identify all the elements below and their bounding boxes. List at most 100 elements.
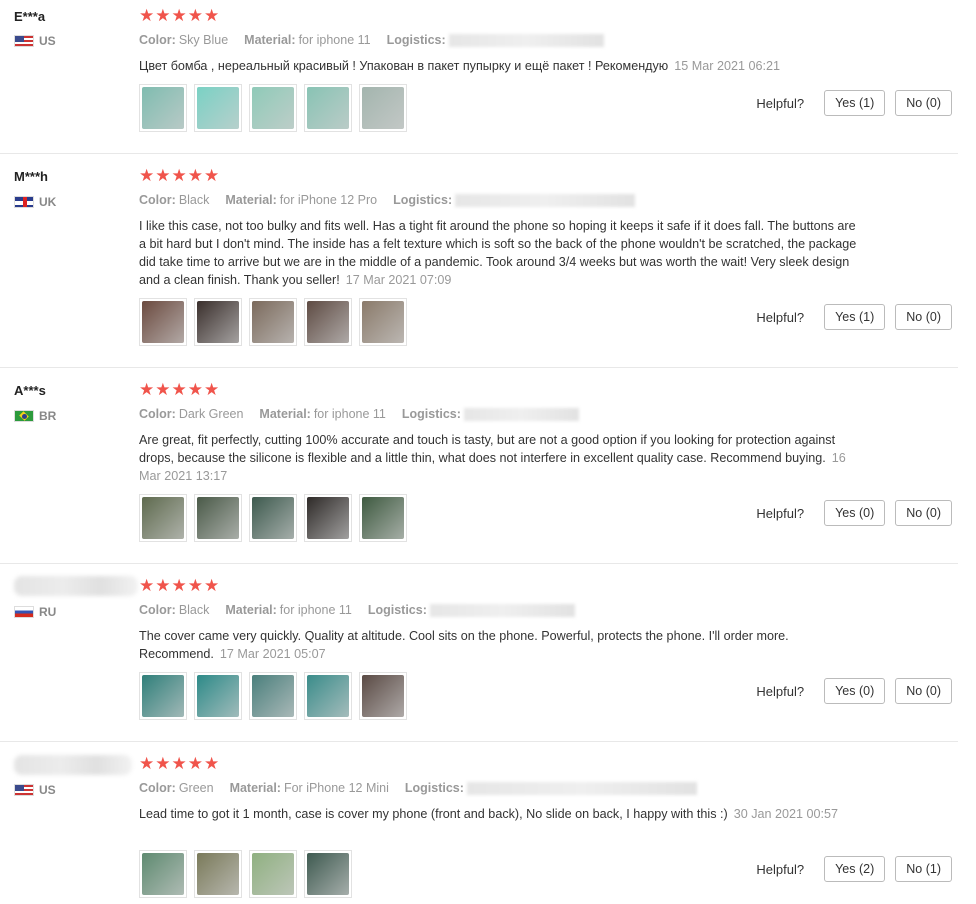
us-flag-icon (14, 784, 34, 796)
color-label: Color: (139, 603, 176, 617)
helpful-yes-button[interactable]: Yes (0) (824, 678, 886, 704)
photo-thumbnail[interactable] (304, 850, 352, 898)
color-label: Color: (139, 781, 176, 795)
photo-thumbnail[interactable] (194, 850, 242, 898)
helpful-yes-button[interactable]: Yes (2) (824, 856, 886, 882)
review-divider (0, 153, 958, 154)
star-rating: ★★★★★ (139, 380, 221, 399)
photo-thumbnail[interactable] (359, 494, 407, 542)
logistics-label: Logistics: (367, 603, 427, 617)
helpful-no-button[interactable]: No (0) (895, 500, 952, 526)
material-value: for iphone 11 (313, 407, 386, 421)
country-code: UK (39, 195, 57, 209)
photo-thumbnail[interactable] (139, 84, 187, 132)
photo-thumbnail[interactable] (304, 84, 352, 132)
product-attributes: Color: Sky Blue Material: for iphone 11 … (139, 33, 604, 47)
color-label: Color: (139, 193, 176, 207)
country-code: US (39, 783, 56, 797)
photo-thumbnail[interactable] (359, 298, 407, 346)
material-label: Material: (225, 603, 277, 617)
photo-thumbnails (139, 84, 407, 132)
photo-thumbnail[interactable] (194, 298, 242, 346)
reviewer-name: M***h (14, 169, 48, 184)
logistics-redacted (463, 407, 579, 421)
reviewer-name: A***s (14, 383, 46, 398)
helpful-vote: Helpful? Yes (0) No (0) (756, 500, 952, 526)
photo-thumbnail[interactable] (194, 672, 242, 720)
helpful-no-button[interactable]: No (0) (895, 678, 952, 704)
photo-thumbnail[interactable] (304, 494, 352, 542)
helpful-no-button[interactable]: No (0) (895, 90, 952, 116)
photo-thumbnail[interactable] (139, 494, 187, 542)
helpful-vote: Helpful? Yes (1) No (0) (756, 90, 952, 116)
helpful-yes-button[interactable]: Yes (0) (824, 500, 886, 526)
photo-thumbnail[interactable] (249, 494, 297, 542)
photo-thumbnails (139, 494, 407, 542)
helpful-vote: Helpful? Yes (1) No (0) (756, 304, 952, 330)
photo-thumbnail[interactable] (139, 298, 187, 346)
reviewer-name: E***a (14, 9, 46, 24)
review-date: 17 Mar 2021 07:09 (345, 273, 452, 287)
photo-thumbnail[interactable] (139, 672, 187, 720)
color-value: Sky Blue (178, 33, 229, 47)
color-value: Dark Green (178, 407, 244, 421)
logistics-redacted (466, 781, 697, 795)
logistics-redacted (455, 193, 636, 207)
material-value: for iPhone 12 Pro (279, 193, 378, 207)
photo-thumbnail[interactable] (139, 850, 187, 898)
star-rating: ★★★★★ (139, 576, 221, 595)
helpful-yes-button[interactable]: Yes (1) (824, 304, 886, 330)
review-text: Цвет бомба , нереальный красивый ! Упако… (139, 57, 859, 75)
photo-thumbnail[interactable] (249, 84, 297, 132)
helpful-no-button[interactable]: No (1) (895, 856, 952, 882)
photo-thumbnail[interactable] (359, 84, 407, 132)
helpful-label: Helpful? (756, 95, 805, 111)
helpful-yes-button[interactable]: Yes (1) (824, 90, 886, 116)
review-text: The cover came very quickly. Quality at … (139, 627, 859, 663)
photo-thumbnail[interactable] (249, 672, 297, 720)
helpful-no-button[interactable]: No (0) (895, 304, 952, 330)
review-date: 30 Jan 2021 00:57 (733, 807, 839, 821)
photo-thumbnail[interactable] (304, 672, 352, 720)
uk-flag-icon (14, 196, 34, 208)
review-body: Are great, fit perfectly, cutting 100% a… (139, 433, 836, 465)
review-body: Цвет бомба , нереальный красивый ! Упако… (139, 59, 669, 73)
br-flag-icon (14, 410, 34, 422)
review-date: 17 Mar 2021 05:07 (219, 647, 326, 661)
photo-thumbnail[interactable] (194, 84, 242, 132)
product-attributes: Color: Dark Green Material: for iphone 1… (139, 407, 579, 421)
review-text: Are great, fit perfectly, cutting 100% a… (139, 431, 859, 485)
logistics-label: Logistics: (401, 407, 461, 421)
review-date: 15 Mar 2021 06:21 (674, 59, 780, 73)
helpful-vote: Helpful? Yes (2) No (1) (756, 856, 952, 882)
star-rating: ★★★★★ (139, 166, 221, 185)
photo-thumbnail[interactable] (249, 298, 297, 346)
logistics-label: Logistics: (386, 33, 446, 47)
material-value: for iphone 11 (279, 603, 352, 617)
photo-thumbnail[interactable] (359, 672, 407, 720)
review-text: I like this case, not too bulky and fits… (139, 217, 859, 289)
us-flag-icon (14, 35, 34, 47)
material-label: Material: (259, 407, 311, 421)
reviewer-country: UK (14, 195, 56, 209)
color-label: Color: (139, 33, 176, 47)
logistics-redacted (429, 603, 575, 617)
color-value: Green (178, 781, 214, 795)
country-code: BR (39, 409, 57, 423)
photo-thumbnail[interactable] (304, 298, 352, 346)
helpful-label: Helpful? (756, 861, 805, 877)
photo-thumbnail[interactable] (249, 850, 297, 898)
reviewer-country: BR (14, 409, 56, 423)
material-value: For iPhone 12 Mini (283, 781, 389, 795)
color-value: Black (178, 193, 210, 207)
helpful-label: Helpful? (756, 683, 805, 699)
star-rating: ★★★★★ (139, 754, 221, 773)
material-label: Material: (225, 193, 277, 207)
product-attributes: Color: Black Material: for iPhone 12 Pro… (139, 193, 636, 207)
reviewer-country: US (14, 34, 56, 48)
reviewer-country: US (14, 783, 56, 797)
review-text: Lead time to got it 1 month, case is cov… (139, 805, 859, 823)
country-code: RU (39, 605, 57, 619)
photo-thumbnail[interactable] (194, 494, 242, 542)
review-divider (0, 367, 958, 368)
